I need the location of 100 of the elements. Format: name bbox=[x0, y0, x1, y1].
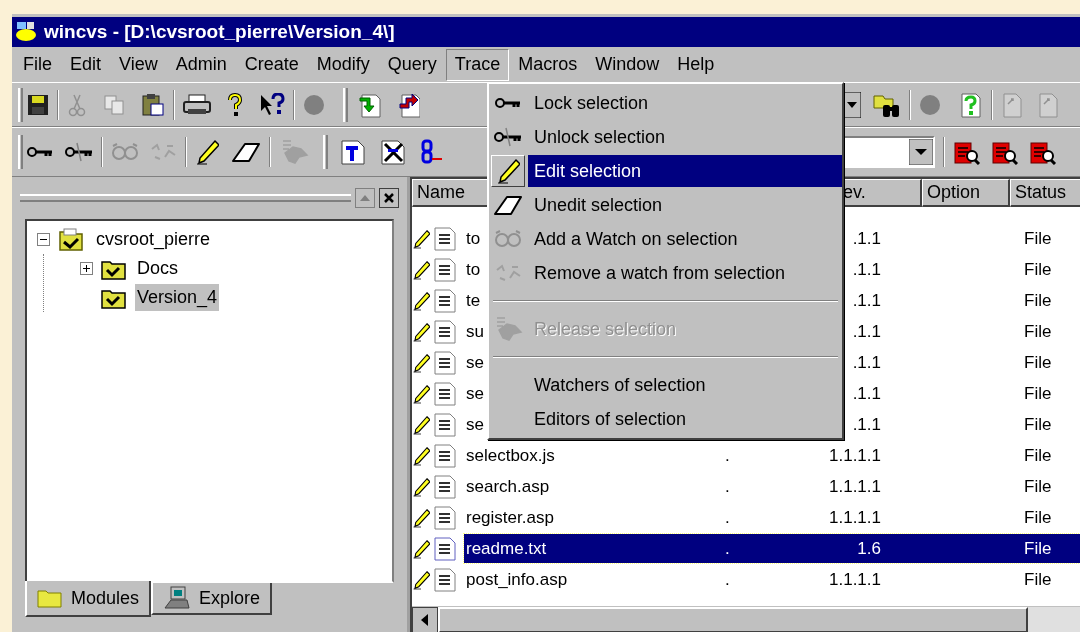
pencil-icon bbox=[412, 227, 430, 250]
table-cell-text: File bbox=[1024, 382, 1052, 405]
document-search-icon[interactable] bbox=[953, 139, 981, 165]
table-cell-text: File bbox=[1024, 258, 1052, 281]
table-row[interactable]: search.asp . 1.1.1.1 File bbox=[464, 472, 1080, 501]
file-icon bbox=[434, 567, 456, 592]
file-icon bbox=[434, 226, 456, 251]
table-row[interactable]: register.asp . 1.1.1.1 File bbox=[464, 503, 1080, 532]
pencil-icon bbox=[412, 568, 430, 591]
menu-item[interactable]: Editors of selection bbox=[489, 402, 842, 436]
file-icon bbox=[434, 443, 456, 468]
table-cell-text: File bbox=[1024, 413, 1052, 436]
table-cell: . bbox=[725, 507, 730, 527]
menu-item[interactable]: Watchers of selection bbox=[489, 368, 842, 402]
table-cell-text: 1.1.1.1 bbox=[829, 568, 881, 591]
tree-item[interactable]: cvsroot_pierre bbox=[94, 226, 213, 253]
table-cell-text: 1.6 bbox=[857, 537, 881, 560]
table-cell-text: File bbox=[1024, 568, 1052, 591]
table-cell: . bbox=[725, 569, 730, 589]
pencil-icon bbox=[412, 475, 430, 498]
panel-tab[interactable]: Modules bbox=[25, 581, 152, 617]
menu-bar-item[interactable]: Query bbox=[378, 48, 446, 81]
table-cell-text: File bbox=[1024, 537, 1052, 560]
file-icon bbox=[434, 536, 456, 561]
broken-key-icon[interactable] bbox=[65, 141, 93, 163]
column-header[interactable]: Status bbox=[1010, 179, 1080, 207]
table-cell-text: File bbox=[1024, 351, 1052, 374]
table-cell-text: .1.1 bbox=[852, 351, 881, 374]
open-folder-icon bbox=[58, 227, 86, 252]
table-cell-text: File bbox=[1024, 506, 1052, 529]
menu-item[interactable]: Add a Watch on selection bbox=[489, 222, 842, 256]
menu-bar-item[interactable]: Create bbox=[235, 48, 308, 81]
horizontal-scrollbar[interactable] bbox=[412, 606, 1080, 632]
window-title: wincvs - [D:\cvsroot_pierre\Version_4\] bbox=[44, 19, 395, 44]
menu-bar-item[interactable]: Modify bbox=[307, 48, 379, 81]
table-cell: readme.txt bbox=[466, 538, 547, 558]
table-cell-text: File bbox=[1024, 320, 1052, 343]
scroll-left-button[interactable] bbox=[412, 607, 438, 632]
table-cell-text: .1.1 bbox=[852, 227, 881, 250]
document-help-icon[interactable] bbox=[959, 91, 983, 118]
question-mark-icon[interactable] bbox=[227, 92, 243, 117]
menu-bar-item[interactable]: Window bbox=[586, 48, 669, 81]
pointer-help-icon[interactable] bbox=[259, 92, 285, 117]
tree-item[interactable]: Version_4 bbox=[135, 284, 220, 311]
eraser-icon[interactable] bbox=[493, 194, 523, 216]
file-icon bbox=[434, 350, 456, 375]
table-cell: se bbox=[466, 352, 484, 372]
pencil-icon bbox=[412, 320, 430, 343]
panel-tab[interactable]: Explore bbox=[151, 583, 273, 615]
key-icon[interactable] bbox=[27, 145, 53, 159]
table-cell: selectbox.js bbox=[466, 445, 555, 465]
table-cell: search.asp bbox=[466, 476, 550, 496]
pencil-icon bbox=[412, 351, 430, 374]
file-icon bbox=[434, 505, 456, 530]
menu-bar-item[interactable]: Trace bbox=[445, 48, 510, 81]
menu-bar-item[interactable]: File bbox=[14, 48, 61, 81]
menu-bar-item[interactable]: View bbox=[110, 48, 167, 81]
close-button[interactable] bbox=[379, 188, 399, 208]
menu-bar-item[interactable]: Admin bbox=[166, 48, 236, 81]
folder-icon bbox=[37, 588, 63, 608]
table-cell-text: 1.1.1.1 bbox=[829, 475, 881, 498]
printer-icon[interactable] bbox=[183, 93, 211, 116]
broken-key-icon[interactable] bbox=[494, 126, 522, 148]
document-t-icon[interactable] bbox=[340, 139, 366, 165]
pencil-icon[interactable] bbox=[496, 158, 520, 184]
key-icon[interactable] bbox=[495, 96, 521, 110]
combo-box[interactable] bbox=[843, 136, 935, 168]
expand-icon[interactable] bbox=[80, 262, 93, 275]
menu-item[interactable]: Unlock selection bbox=[489, 120, 842, 154]
menu-bar-item[interactable]: Macros bbox=[509, 48, 587, 81]
pencil-icon bbox=[412, 537, 430, 560]
tree-item[interactable]: Docs bbox=[135, 255, 180, 282]
pencil-icon[interactable] bbox=[195, 139, 219, 165]
table-cell: te bbox=[466, 290, 481, 310]
panel-grip[interactable] bbox=[20, 194, 351, 202]
menu-bar-item[interactable]: Edit bbox=[61, 48, 111, 81]
table-cell-text: 1.1.1.1 bbox=[829, 506, 881, 529]
table-cell: register.asp bbox=[466, 507, 554, 527]
table-cell-text: .1.1 bbox=[852, 413, 881, 436]
file-icon bbox=[434, 474, 456, 499]
table-cell-text: 1.1.1.1 bbox=[829, 444, 881, 467]
table-row[interactable]: selectbox.js . 1.1.1.1 File bbox=[464, 441, 1080, 470]
document-x-icon[interactable] bbox=[380, 139, 406, 165]
table-cell-text: File bbox=[1024, 444, 1052, 467]
collapse-icon[interactable] bbox=[37, 233, 50, 246]
column-header[interactable]: Option bbox=[922, 179, 1010, 207]
document-search-icon[interactable] bbox=[1029, 139, 1057, 165]
menu-item[interactable]: Lock selection bbox=[489, 86, 842, 120]
table-row[interactable]: readme.txt . 1.6 File bbox=[464, 534, 1080, 563]
file-icon bbox=[434, 412, 456, 437]
document-arrow-icon[interactable] bbox=[398, 91, 420, 118]
document-search-icon[interactable] bbox=[991, 139, 1019, 165]
table-cell: . bbox=[725, 445, 730, 465]
dropdown-arrow-icon[interactable] bbox=[909, 139, 933, 165]
eraser-icon[interactable] bbox=[231, 141, 261, 163]
table-row[interactable]: post_info.asp . 1.1.1.1 File bbox=[464, 565, 1080, 594]
clipboard-icon[interactable] bbox=[141, 92, 165, 117]
table-cell-text: .1.1 bbox=[852, 289, 881, 312]
menu-item[interactable]: Remove a watch from selection bbox=[489, 256, 842, 290]
menu-bar-item[interactable]: Help bbox=[668, 48, 724, 81]
